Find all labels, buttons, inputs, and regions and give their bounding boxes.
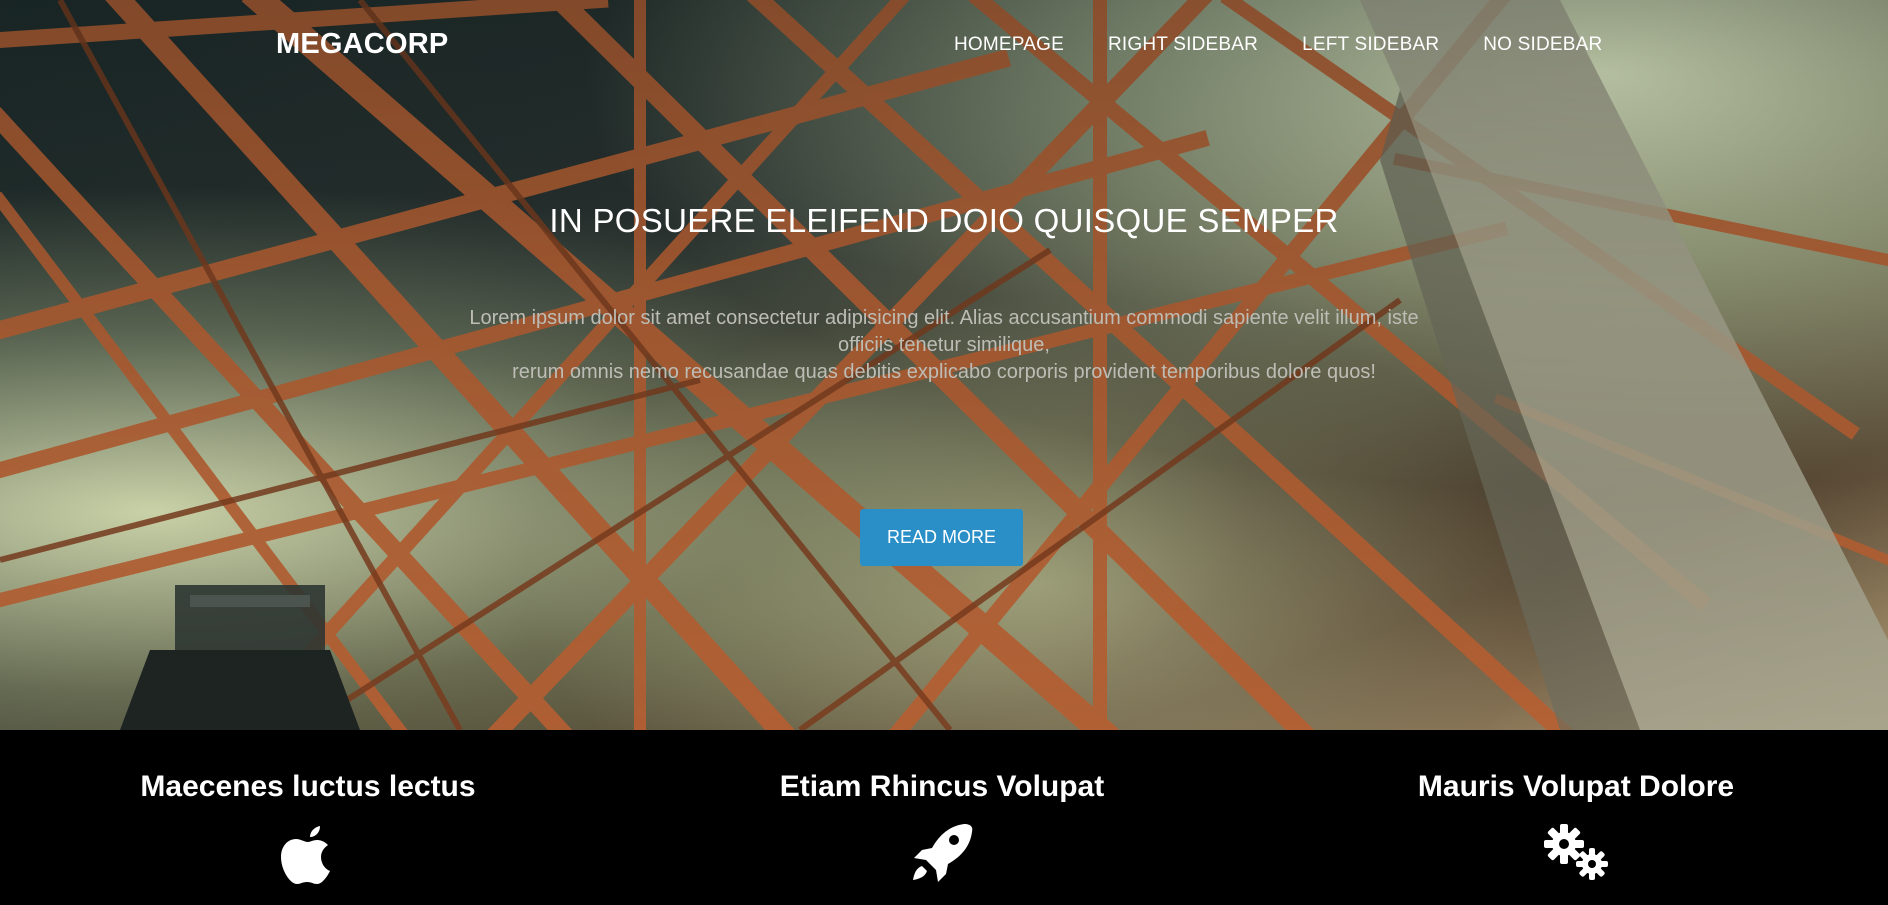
main-nav: HOMEPAGE RIGHT SIDEBAR LEFT SIDEBAR NO S… [954,34,1602,56]
nav-item-left-sidebar[interactable]: LEFT SIDEBAR [1302,34,1439,56]
hero-section: MEGACORP HOMEPAGE RIGHT SIDEBAR LEFT SID… [0,0,1888,730]
features-section: Maecenes luctus lectus Etiam Rhincus Vol… [0,730,1888,905]
nav-item-no-sidebar[interactable]: NO SIDEBAR [1483,34,1602,56]
feature-2: Etiam Rhincus Volupat [642,770,1242,884]
feature-3-title: Mauris Volupat Dolore [1417,770,1735,803]
gears-icon [1544,824,1608,880]
brand-logo[interactable]: MEGACORP [276,28,448,61]
nav-item-right-sidebar[interactable]: RIGHT SIDEBAR [1108,34,1258,56]
feature-1: Maecenes luctus lectus [8,770,608,884]
feature-3: Mauris Volupat Dolore [1276,770,1876,884]
hero-description: Lorem ipsum dolor sit amet consectetur a… [464,305,1424,386]
feature-1-title: Maecenes luctus lectus [140,770,476,803]
read-more-button[interactable]: READ MORE [860,509,1023,566]
rocket-icon [913,824,973,882]
hero-title: IN POSUERE ELEIFEND DOIO QUISQUE SEMPER [549,202,1339,239]
nav-item-homepage[interactable]: HOMEPAGE [954,34,1064,56]
hero-description-line-2: rerum omnis nemo recusandae quas debitis… [512,361,1376,383]
hero-description-line-1: Lorem ipsum dolor sit amet consectetur a… [469,307,1419,356]
apple-icon [281,826,330,884]
feature-2-title: Etiam Rhincus Volupat [779,770,1105,803]
